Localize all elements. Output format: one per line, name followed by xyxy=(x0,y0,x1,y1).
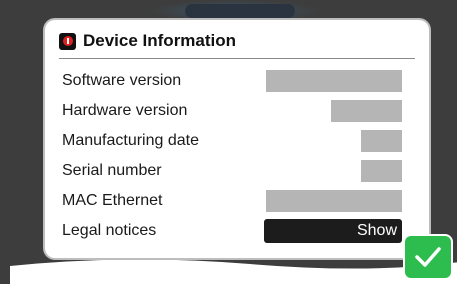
row-hardware-version: Hardware version xyxy=(62,100,402,124)
row-label: Serial number xyxy=(62,162,162,179)
row-label: Software version xyxy=(62,72,182,89)
row-mac-ethernet: MAC Ethernet xyxy=(62,190,402,214)
info-icon xyxy=(59,32,76,50)
show-legal-notices-button[interactable]: Show xyxy=(264,219,402,243)
info-dot xyxy=(62,36,73,46)
confirm-button[interactable] xyxy=(405,236,451,278)
top-notch xyxy=(185,4,295,18)
manufacturing-date-value xyxy=(361,130,402,152)
dialog-header: Device Information xyxy=(59,28,236,54)
row-label: Legal notices xyxy=(62,222,157,239)
mac-ethernet-value xyxy=(266,190,402,212)
row-manufacturing-date: Manufacturing date xyxy=(62,130,402,154)
row-serial-number: Serial number xyxy=(62,160,402,184)
hardware-version-value xyxy=(331,100,402,122)
software-version-value xyxy=(266,70,402,92)
device-info-dialog: Device Information Software version Hard… xyxy=(45,20,429,258)
checkmark-icon xyxy=(415,247,441,267)
row-label: Manufacturing date xyxy=(62,132,199,149)
row-software-version: Software version xyxy=(62,70,402,94)
dialog-title: Device Information xyxy=(83,31,237,50)
serial-number-value xyxy=(361,160,402,182)
row-label: Hardware version xyxy=(62,102,188,119)
header-divider xyxy=(59,58,415,59)
row-label: MAC Ethernet xyxy=(62,192,163,209)
